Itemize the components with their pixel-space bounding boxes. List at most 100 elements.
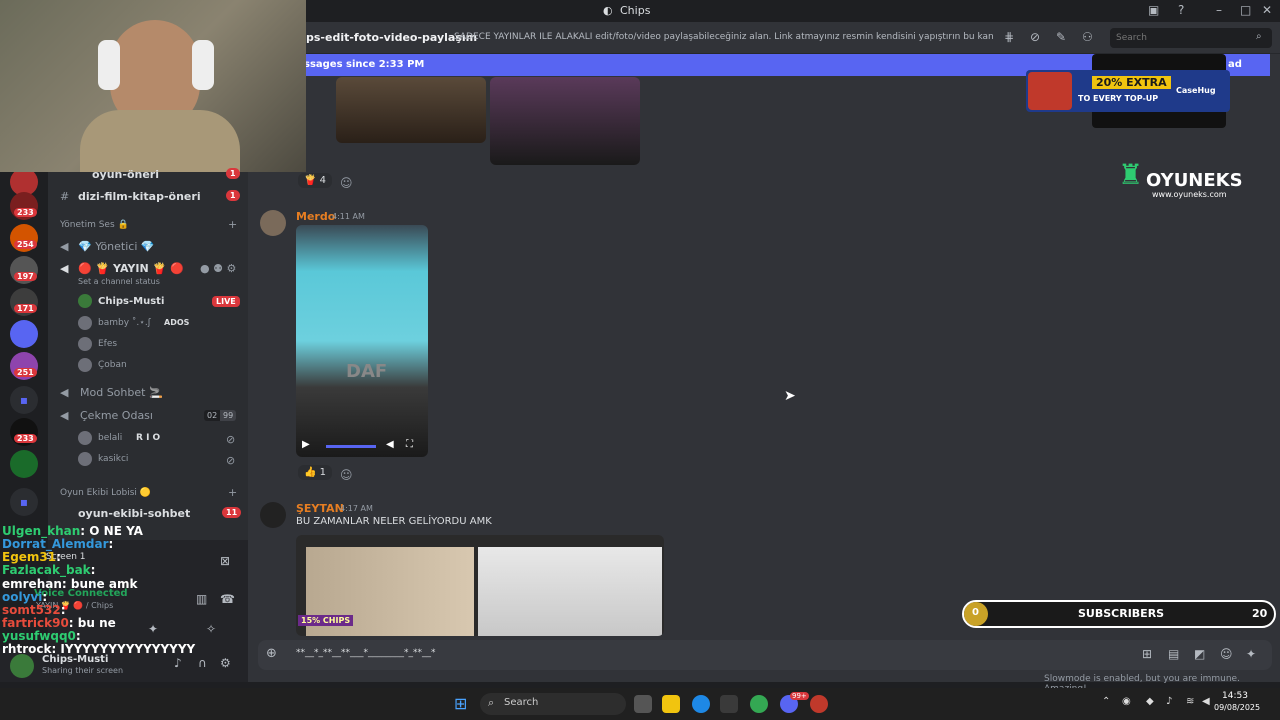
add-reaction-icon[interactable]: ☺ [340,176,353,190]
sticker-icon[interactable]: ◩ [1194,647,1205,661]
add-reaction-icon[interactable]: ☺ [340,468,353,482]
category-yonetim-ses[interactable]: Yönetim Ses 🔒 [60,220,129,230]
edge-icon[interactable] [692,695,710,713]
app-icon[interactable] [810,695,828,713]
threads-icon[interactable]: ⋕ [1004,30,1014,44]
ad-banner[interactable]: 20% EXTRA TO EVERY TOP-UP CaseHug [1026,70,1230,112]
chat-user: somt532 [2,603,61,617]
gift-icon[interactable]: ⊞ [1142,647,1152,661]
headphones-icon[interactable]: ∩ [198,656,207,670]
tray-chevron-icon[interactable]: ⌃ [1102,696,1110,707]
volume-icon[interactable]: ◀ [386,439,394,450]
avatar [78,431,92,445]
chat-line: yusufwqq0: [2,629,81,643]
oyuneks-logo: ♜ OYUNEKS www.oyuneks.com [1118,158,1243,202]
notifications-icon[interactable]: ⊘ [1030,30,1040,44]
reaction[interactable]: 👍 1 [298,465,333,480]
tray-icon[interactable]: ◆ [1146,696,1154,707]
pin-icon[interactable]: ✎ [1056,30,1066,44]
channel-yayin[interactable]: 🔴 🍟 YAYIN 🍟 🔴 [78,262,184,275]
chat-line: Dorrat_Alemdar: [2,537,113,551]
author-avatar[interactable] [260,502,286,528]
chrome-icon[interactable] [750,695,768,713]
voice-actions-icon[interactable]: ● ⚉ ⚙ [200,262,236,275]
help-icon[interactable]: ? [1178,3,1184,17]
hash-icon: # [60,190,70,203]
image-attachment[interactable] [490,77,640,165]
add-channel-icon[interactable]: + [228,486,237,499]
microphone-icon[interactable]: ♪ [174,656,182,670]
members-icon[interactable]: ⚇ [1082,30,1093,44]
video-attachment[interactable]: DAF ▶ ◀ ⛶ [296,225,428,457]
volume-icon[interactable]: ◀ [1202,696,1210,707]
apps-icon[interactable]: ✦ [1246,647,1256,661]
video-progress[interactable] [326,445,376,448]
voice-member-name[interactable]: Chips-Musti [98,296,164,307]
author-name[interactable]: ŞEYTAN [296,502,344,515]
mic-tray-icon[interactable]: ♪ [1166,696,1172,707]
server-icon[interactable] [10,450,38,478]
minimize-button[interactable]: – [1216,3,1222,17]
reaction[interactable]: 🍟 4 [298,173,333,188]
gif-icon[interactable]: ▤ [1168,647,1179,661]
play-icon[interactable]: ▶ [302,439,310,450]
image-attachment[interactable]: 15% CHIPS [296,535,664,636]
window-title: Chips [620,4,651,17]
chat-text: : O NE YA [80,524,143,538]
settings-icon[interactable]: ⚙ [220,656,231,670]
voice-member-name[interactable]: kasikci [98,454,128,464]
channel-mod-sohbet[interactable]: Mod Sohbet 🚬 [80,386,163,399]
message-composer[interactable]: ⊕ **__*_**__**___*________*_**__* ⊞ ▤ ◩ … [258,640,1272,670]
search-icon: ⌕ [1256,31,1262,42]
chat-text: : [90,563,96,577]
channel-topic[interactable]: SADECE YAYINLAR İLE ALAKALI edit/foto/vi… [454,32,994,42]
voice-member-name[interactable]: Çoban [98,360,127,370]
chat-line: oolyvi: [2,590,47,604]
image-label: 15% CHIPS [298,615,354,626]
fullscreen-icon[interactable]: ⛶ [406,439,413,450]
taskbar-search[interactable]: ⌕ Search [480,693,626,715]
server-badge: 171 [14,304,37,313]
search-input[interactable] [1110,28,1272,48]
start-icon[interactable]: ⊞ [454,694,467,713]
maximize-button[interactable]: □ [1240,3,1251,17]
task-view-icon[interactable] [634,695,652,713]
chat-user: rhtrock [2,642,52,656]
close-button[interactable]: ✕ [1262,3,1272,17]
tray-icon[interactable]: ◉ [1122,696,1131,707]
member-tag: R I O [136,433,161,443]
channel-cekme-odasi[interactable]: Çekme Odası [80,409,153,422]
disconnect-icon[interactable]: ☎ [220,592,235,606]
author-name[interactable]: Merdo [296,210,335,223]
clock-time[interactable]: 14:53 [1222,691,1248,701]
store-icon[interactable] [720,695,738,713]
mark-read-text[interactable]: ad [1228,59,1242,70]
close-stream-icon[interactable]: ⊠ [220,554,230,568]
server-badge: 233 [14,208,37,217]
soundboard-icon[interactable]: ✧ [206,622,216,636]
voice-member-name[interactable]: Efes [98,339,117,349]
mute-icon: ⊘ [226,433,236,446]
user-avatar[interactable] [10,654,34,678]
reaction-emoji-icon: 🍟 [304,175,317,186]
emoji-icon[interactable]: ☺ [1220,647,1233,661]
channel-yonetici[interactable]: 💎 Yönetici 💎 [78,240,155,253]
composer-text[interactable]: **__*_**__**___*________*_**__* [296,648,436,658]
wifi-icon[interactable]: ≋ [1186,696,1194,707]
category-oyun-lobi[interactable]: Oyun Ekibi Lobisi 🟡 [60,488,151,498]
file-explorer-icon[interactable] [662,695,680,713]
mute-icon: ⊘ [226,454,236,467]
upload-icon[interactable]: ⊕ [266,646,277,661]
folder-icon[interactable]: ▪ [10,386,38,414]
clock-date[interactable]: 09/08/2025 [1214,703,1260,712]
author-avatar[interactable] [260,210,286,236]
voice-member-name[interactable]: bamby ˚.⋆.ʃ [98,318,151,328]
channel-oyun-oneri[interactable]: oyun-öneri [92,168,159,181]
channel-dizi[interactable]: dizi-film-kitap-öneri [78,190,201,203]
voice-member-name[interactable]: belali [98,433,122,443]
channel-status[interactable]: Set a channel status [78,277,160,286]
screen-share-icon[interactable]: ▣ [1148,3,1159,17]
server-icon[interactable] [10,320,38,348]
add-channel-icon[interactable]: + [228,218,237,231]
image-attachment[interactable] [336,77,486,143]
